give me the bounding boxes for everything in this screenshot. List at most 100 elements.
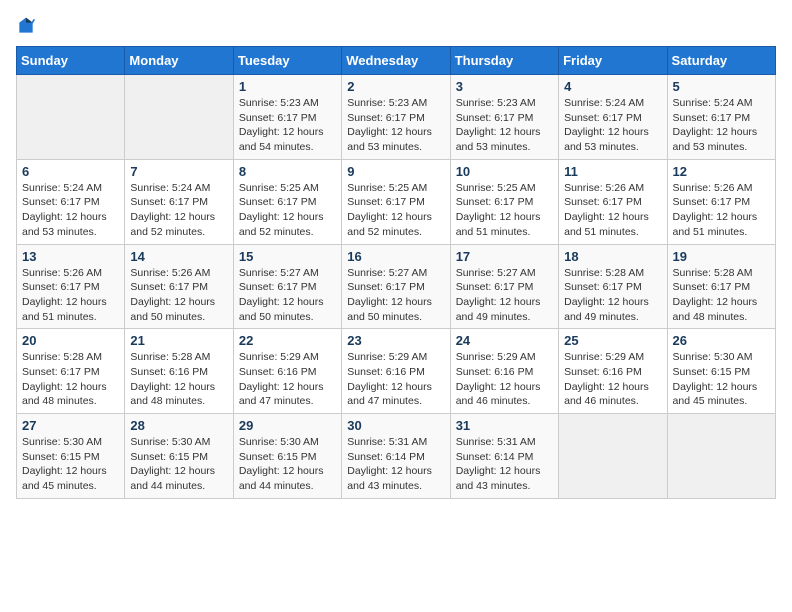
day-number: 4 bbox=[564, 79, 661, 94]
day-info: Sunrise: 5:24 AM Sunset: 6:17 PM Dayligh… bbox=[130, 181, 227, 240]
day-info: Sunrise: 5:26 AM Sunset: 6:17 PM Dayligh… bbox=[673, 181, 770, 240]
calendar-cell bbox=[17, 75, 125, 160]
calendar-cell: 3 Sunrise: 5:23 AM Sunset: 6:17 PM Daylig… bbox=[450, 75, 558, 160]
day-number: 6 bbox=[22, 164, 119, 179]
calendar-week-row: 13Sunrise: 5:26 AM Sunset: 6:17 PM Dayli… bbox=[17, 244, 776, 329]
day-info: Sunrise: 5:24 AM Sunset: 6:17 PM Dayligh… bbox=[564, 96, 661, 155]
calendar-cell: 2Sunrise: 5:23 AM Sunset: 6:17 PM Daylig… bbox=[342, 75, 450, 160]
page-header bbox=[16, 16, 776, 36]
day-info: Sunrise: 5:23 AM Sunset: 6:17 PM Dayligh… bbox=[347, 96, 444, 155]
day-info: Sunrise: 5:28 AM Sunset: 6:17 PM Dayligh… bbox=[22, 350, 119, 409]
day-info: Sunrise: 5:26 AM Sunset: 6:17 PM Dayligh… bbox=[130, 266, 227, 325]
logo-icon bbox=[16, 16, 36, 36]
day-number: 11 bbox=[564, 164, 661, 179]
day-info: Sunrise: 5:29 AM Sunset: 6:16 PM Dayligh… bbox=[456, 350, 553, 409]
weekday-header-monday: Monday bbox=[125, 47, 233, 75]
day-number: 23 bbox=[347, 333, 444, 348]
calendar-cell: 11 Sunrise: 5:26 AM Sunset: 6:17 PM Dayli… bbox=[559, 159, 667, 244]
calendar-cell: 7 Sunrise: 5:24 AM Sunset: 6:17 PM Daylig… bbox=[125, 159, 233, 244]
day-info: Sunrise: 5:25 AM Sunset: 6:17 PM Dayligh… bbox=[239, 181, 336, 240]
calendar-cell bbox=[667, 414, 775, 499]
day-number: 19 bbox=[673, 249, 770, 264]
day-info: Sunrise: 5:25 AM Sunset: 6:17 PM Dayligh… bbox=[456, 181, 553, 240]
calendar-cell: 13Sunrise: 5:26 AM Sunset: 6:17 PM Dayli… bbox=[17, 244, 125, 329]
calendar-cell: 1 Sunrise: 5:23 AM Sunset: 6:17 PM Daylig… bbox=[233, 75, 341, 160]
day-info: Sunrise: 5:30 AM Sunset: 6:15 PM Dayligh… bbox=[22, 435, 119, 494]
day-info: Sunrise: 5:29 AM Sunset: 6:16 PM Dayligh… bbox=[347, 350, 444, 409]
day-info: Sunrise: 5:30 AM Sunset: 6:15 PM Dayligh… bbox=[239, 435, 336, 494]
day-info: Sunrise: 5:26 AM Sunset: 6:17 PM Dayligh… bbox=[564, 181, 661, 240]
day-number: 26 bbox=[673, 333, 770, 348]
day-info: Sunrise: 5:23 AM Sunset: 6:17 PM Dayligh… bbox=[456, 96, 553, 155]
day-info: Sunrise: 5:29 AM Sunset: 6:16 PM Dayligh… bbox=[564, 350, 661, 409]
calendar-cell bbox=[125, 75, 233, 160]
day-info: Sunrise: 5:28 AM Sunset: 6:17 PM Dayligh… bbox=[564, 266, 661, 325]
day-number: 12 bbox=[673, 164, 770, 179]
day-info: Sunrise: 5:30 AM Sunset: 6:15 PM Dayligh… bbox=[673, 350, 770, 409]
day-number: 3 bbox=[456, 79, 553, 94]
calendar-cell: 21 Sunrise: 5:28 AM Sunset: 6:16 PM Dayli… bbox=[125, 329, 233, 414]
day-number: 25 bbox=[564, 333, 661, 348]
weekday-header-tuesday: Tuesday bbox=[233, 47, 341, 75]
day-number: 20 bbox=[22, 333, 119, 348]
day-number: 8 bbox=[239, 164, 336, 179]
calendar-week-row: 1 Sunrise: 5:23 AM Sunset: 6:17 PM Daylig… bbox=[17, 75, 776, 160]
weekday-header-sunday: Sunday bbox=[17, 47, 125, 75]
calendar-cell: 4 Sunrise: 5:24 AM Sunset: 6:17 PM Daylig… bbox=[559, 75, 667, 160]
day-number: 10 bbox=[456, 164, 553, 179]
day-number: 16 bbox=[347, 249, 444, 264]
calendar-cell: 12 Sunrise: 5:26 AM Sunset: 6:17 PM Dayli… bbox=[667, 159, 775, 244]
calendar-cell: 14 Sunrise: 5:26 AM Sunset: 6:17 PM Dayli… bbox=[125, 244, 233, 329]
day-number: 15 bbox=[239, 249, 336, 264]
day-info: Sunrise: 5:30 AM Sunset: 6:15 PM Dayligh… bbox=[130, 435, 227, 494]
calendar-cell: 16 Sunrise: 5:27 AM Sunset: 6:17 PM Dayli… bbox=[342, 244, 450, 329]
calendar-table: SundayMondayTuesdayWednesdayThursdayFrid… bbox=[16, 46, 776, 499]
calendar-cell: 26 Sunrise: 5:30 AM Sunset: 6:15 PM Dayli… bbox=[667, 329, 775, 414]
calendar-cell: 24 Sunrise: 5:29 AM Sunset: 6:16 PM Dayli… bbox=[450, 329, 558, 414]
calendar-cell: 28Sunrise: 5:30 AM Sunset: 6:15 PM Dayli… bbox=[125, 414, 233, 499]
day-info: Sunrise: 5:24 AM Sunset: 6:17 PM Dayligh… bbox=[673, 96, 770, 155]
day-number: 30 bbox=[347, 418, 444, 433]
day-number: 17 bbox=[456, 249, 553, 264]
calendar-cell: 15 Sunrise: 5:27 AM Sunset: 6:17 PM Dayli… bbox=[233, 244, 341, 329]
day-info: Sunrise: 5:28 AM Sunset: 6:17 PM Dayligh… bbox=[673, 266, 770, 325]
calendar-cell: 17 Sunrise: 5:27 AM Sunset: 6:17 PM Dayli… bbox=[450, 244, 558, 329]
calendar-cell: 29 Sunrise: 5:30 AM Sunset: 6:15 PM Dayli… bbox=[233, 414, 341, 499]
calendar-cell: 18 Sunrise: 5:28 AM Sunset: 6:17 PM Dayli… bbox=[559, 244, 667, 329]
day-number: 7 bbox=[130, 164, 227, 179]
calendar-cell: 31Sunrise: 5:31 AM Sunset: 6:14 PM Dayli… bbox=[450, 414, 558, 499]
day-info: Sunrise: 5:27 AM Sunset: 6:17 PM Dayligh… bbox=[347, 266, 444, 325]
day-number: 31 bbox=[456, 418, 553, 433]
day-info: Sunrise: 5:28 AM Sunset: 6:16 PM Dayligh… bbox=[130, 350, 227, 409]
calendar-cell: 20 Sunrise: 5:28 AM Sunset: 6:17 PM Dayli… bbox=[17, 329, 125, 414]
calendar-cell: 5Sunrise: 5:24 AM Sunset: 6:17 PM Daylig… bbox=[667, 75, 775, 160]
weekday-header-wednesday: Wednesday bbox=[342, 47, 450, 75]
weekday-header-thursday: Thursday bbox=[450, 47, 558, 75]
day-info: Sunrise: 5:27 AM Sunset: 6:17 PM Dayligh… bbox=[456, 266, 553, 325]
day-number: 29 bbox=[239, 418, 336, 433]
day-info: Sunrise: 5:27 AM Sunset: 6:17 PM Dayligh… bbox=[239, 266, 336, 325]
weekday-header-friday: Friday bbox=[559, 47, 667, 75]
day-info: Sunrise: 5:26 AM Sunset: 6:17 PM Dayligh… bbox=[22, 266, 119, 325]
calendar-cell: 27 Sunrise: 5:30 AM Sunset: 6:15 PM Dayli… bbox=[17, 414, 125, 499]
calendar-week-row: 6 Sunrise: 5:24 AM Sunset: 6:17 PM Daylig… bbox=[17, 159, 776, 244]
calendar-cell: 8 Sunrise: 5:25 AM Sunset: 6:17 PM Daylig… bbox=[233, 159, 341, 244]
logo bbox=[16, 16, 40, 36]
day-info: Sunrise: 5:29 AM Sunset: 6:16 PM Dayligh… bbox=[239, 350, 336, 409]
calendar-week-row: 27 Sunrise: 5:30 AM Sunset: 6:15 PM Dayli… bbox=[17, 414, 776, 499]
day-number: 14 bbox=[130, 249, 227, 264]
weekday-header-row: SundayMondayTuesdayWednesdayThursdayFrid… bbox=[17, 47, 776, 75]
day-number: 21 bbox=[130, 333, 227, 348]
calendar-cell: 19 Sunrise: 5:28 AM Sunset: 6:17 PM Dayli… bbox=[667, 244, 775, 329]
day-number: 24 bbox=[456, 333, 553, 348]
day-info: Sunrise: 5:23 AM Sunset: 6:17 PM Dayligh… bbox=[239, 96, 336, 155]
day-number: 1 bbox=[239, 79, 336, 94]
day-info: Sunrise: 5:25 AM Sunset: 6:17 PM Dayligh… bbox=[347, 181, 444, 240]
calendar-cell: 22 Sunrise: 5:29 AM Sunset: 6:16 PM Dayli… bbox=[233, 329, 341, 414]
calendar-cell: 6Sunrise: 5:24 AM Sunset: 6:17 PM Daylig… bbox=[17, 159, 125, 244]
day-number: 22 bbox=[239, 333, 336, 348]
day-number: 18 bbox=[564, 249, 661, 264]
calendar-week-row: 20 Sunrise: 5:28 AM Sunset: 6:17 PM Dayli… bbox=[17, 329, 776, 414]
day-number: 9 bbox=[347, 164, 444, 179]
day-number: 27 bbox=[22, 418, 119, 433]
